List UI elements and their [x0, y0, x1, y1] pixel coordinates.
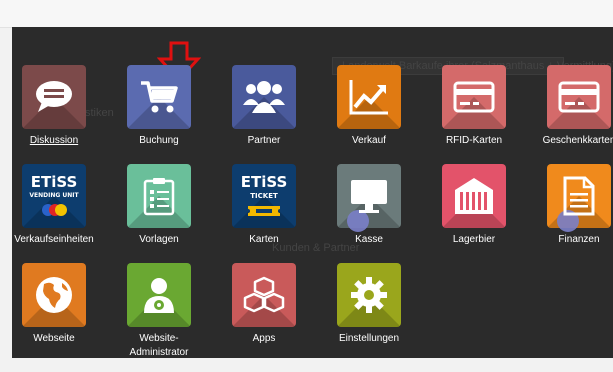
app-tile	[337, 65, 401, 129]
app-label: Finanzen	[558, 234, 600, 245]
etiss-logo-subtitle: TICKET	[250, 191, 278, 200]
credit-card-icon	[558, 81, 600, 113]
app-tile	[127, 65, 191, 129]
app-website-administrator[interactable]: Website- Administrator	[104, 263, 214, 358]
cubes-icon	[243, 276, 285, 313]
app-apps[interactable]: Apps	[209, 263, 319, 346]
app-tile	[442, 65, 506, 129]
app-tile	[232, 263, 296, 327]
app-tile	[22, 263, 86, 327]
app-label: Einstellungen	[338, 333, 400, 344]
app-tile: ETiSS TICKET	[232, 164, 296, 228]
admin-user-icon	[144, 278, 174, 313]
monitor-icon	[351, 180, 387, 213]
app-label: Geschenkkarten	[542, 135, 613, 146]
globe-icon	[36, 277, 72, 313]
people-group-icon	[243, 81, 285, 113]
app-tile	[442, 164, 506, 228]
app-geschenkkarten[interactable]: Geschenkkarten	[524, 65, 613, 148]
app-label: Karten	[249, 234, 279, 245]
app-label: Webseite	[33, 333, 75, 344]
shopping-cart-icon	[141, 81, 178, 113]
etiss-logo-subtitle: VENDING UNIT	[29, 192, 79, 199]
app-label: RFID-Karten	[445, 135, 503, 146]
ticket-icon	[248, 205, 280, 216]
app-buchung[interactable]: Buchung	[104, 65, 214, 148]
page-bottom-strip	[0, 358, 613, 372]
app-label: Verkauf	[352, 135, 386, 146]
app-tile	[22, 65, 86, 129]
chat-bubble-icon	[36, 81, 72, 112]
app-diskussion[interactable]: Diskussion	[12, 65, 109, 148]
app-tile	[127, 164, 191, 228]
app-label: Partner	[247, 135, 281, 146]
app-kasse[interactable]: Kasse	[314, 164, 424, 247]
app-karten[interactable]: ETiSS TICKET Karten	[209, 164, 319, 247]
app-tile	[127, 263, 191, 327]
clipboard-list-icon	[143, 178, 175, 216]
document-icon	[563, 176, 595, 216]
app-verkaufseinheiten[interactable]: ETiSS VENDING UNIT Verkaufseinheiten	[12, 164, 109, 247]
etiss-logo-title: ETiSS	[240, 172, 288, 191]
app-vorlagen[interactable]: Vorlagen	[104, 164, 214, 247]
app-partner[interactable]: Partner	[209, 65, 319, 148]
app-label: Diskussion	[29, 135, 79, 146]
app-rfid-karten[interactable]: RFID-Karten	[419, 65, 529, 148]
app-label: Website- Administrator	[129, 333, 189, 358]
page-top-bar	[0, 0, 613, 28]
coins-icon	[42, 204, 67, 216]
app-webseite[interactable]: Webseite	[12, 263, 109, 346]
gear-icon	[351, 277, 387, 313]
app-label: Lagerbier	[452, 234, 496, 245]
app-label: Apps	[252, 333, 276, 344]
app-label: Verkaufseinheiten	[14, 234, 94, 245]
credit-card-icon	[453, 81, 495, 113]
app-einstellungen[interactable]: Einstellungen	[314, 263, 424, 346]
app-tile	[547, 65, 611, 129]
app-launcher-overlay: Landerwelt Barkaufe ihrer (Salzmanthaus …	[12, 27, 613, 358]
warehouse-icon	[455, 178, 493, 214]
app-finanzen[interactable]: Finanzen	[524, 164, 613, 247]
etiss-logo-title: ETiSS	[30, 173, 78, 191]
trend-chart-icon	[349, 80, 388, 115]
app-verkauf[interactable]: Verkauf	[314, 65, 424, 148]
app-tile	[232, 65, 296, 129]
app-label: Kasse	[355, 234, 383, 245]
app-label: Buchung	[139, 135, 179, 146]
app-lagerbier[interactable]: Lagerbier	[419, 164, 529, 247]
app-label: Vorlagen	[139, 234, 179, 245]
app-tile: ETiSS VENDING UNIT	[22, 164, 86, 228]
app-tile	[337, 263, 401, 327]
